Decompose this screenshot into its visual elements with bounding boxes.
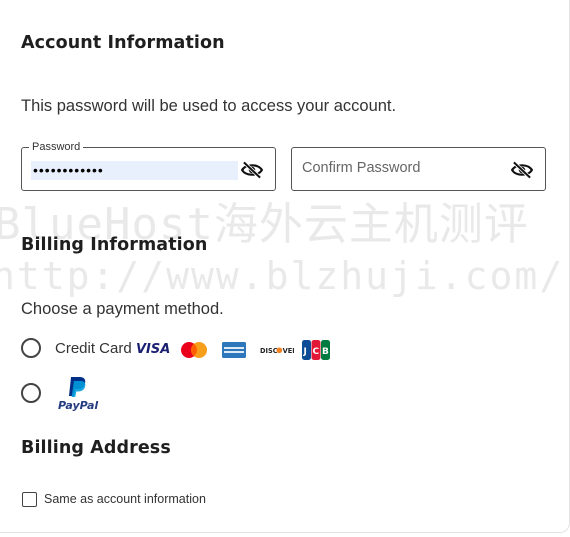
svg-text:C: C	[313, 347, 320, 357]
paypal-radio[interactable]	[21, 383, 41, 403]
discover-logo: DISC VER	[260, 347, 294, 355]
confirm-password-placeholder: Confirm Password	[302, 160, 421, 176]
same-as-account-label[interactable]: Same as account information	[44, 492, 206, 506]
same-as-account-checkbox[interactable]	[22, 492, 37, 507]
account-info-heading: Account Information	[21, 33, 225, 53]
password-field[interactable]: Password ••••••••••••	[21, 140, 276, 191]
watermark-line2: http://www.blzhuji.com/	[0, 254, 565, 298]
mastercard-logo	[181, 342, 207, 358]
svg-text:B: B	[322, 347, 329, 357]
account-billing-card: BlueHost海外云主机测评 http://www.blzhuji.com/ …	[0, 0, 570, 533]
visa-logo: VISA	[136, 342, 171, 357]
credit-card-radio[interactable]	[21, 338, 41, 358]
paypal-logo	[69, 377, 86, 397]
paypal-wordmark: PayPal	[58, 399, 99, 412]
billing-info-heading: Billing Information	[21, 235, 208, 255]
confirm-password-field[interactable]: Confirm Password	[291, 147, 546, 191]
billing-address-heading: Billing Address	[21, 438, 171, 458]
jcb-logo: J C B	[302, 340, 330, 360]
svg-text:VER: VER	[283, 347, 294, 355]
password-description: This password will be used to access you…	[21, 97, 397, 115]
eye-off-icon[interactable]	[511, 161, 533, 179]
credit-card-label[interactable]: Credit Card	[55, 340, 132, 357]
payment-method-prompt: Choose a payment method.	[21, 300, 224, 318]
password-input[interactable]: ••••••••••••	[31, 161, 238, 180]
amex-logo	[222, 342, 246, 358]
eye-off-icon[interactable]	[241, 161, 263, 179]
password-label: Password	[29, 140, 84, 154]
svg-text:DISC: DISC	[260, 347, 278, 355]
svg-text:J: J	[303, 347, 307, 357]
